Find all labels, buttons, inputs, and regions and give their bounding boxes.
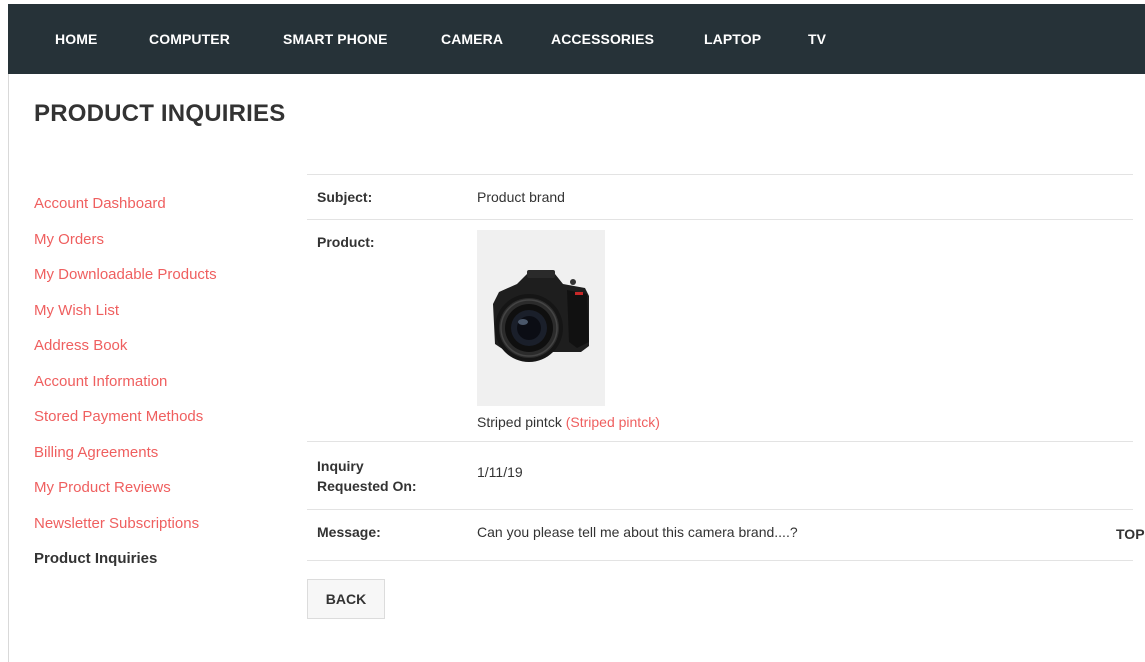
back-button[interactable]: BACK: [307, 579, 385, 619]
inquiry-date-label-line1: Inquiry: [317, 458, 364, 474]
message-value: Can you please tell me about this camera…: [477, 524, 798, 540]
message-label: Message:: [317, 524, 381, 540]
table-row: Product: Striped pintck (Striped pintck): [307, 219, 1133, 442]
product-link[interactable]: (Striped pintck): [566, 414, 660, 430]
product-name: Striped pintck: [477, 414, 562, 430]
product-image[interactable]: [477, 230, 605, 406]
sidebar-item-account-information[interactable]: Account Information: [34, 370, 294, 406]
page-title: PRODUCT INQUIRIES: [34, 100, 286, 127]
sidebar-item-stored-payment-methods[interactable]: Stored Payment Methods: [34, 405, 294, 441]
table-row: Inquiry Requested On: 1/11/19: [307, 441, 1133, 510]
nav-tv[interactable]: TV: [808, 4, 826, 74]
product-label: Product:: [317, 234, 375, 250]
sidebar-item-newsletter-subscriptions[interactable]: Newsletter Subscriptions: [34, 512, 294, 548]
inquiry-date-label: Inquiry Requested On:: [317, 442, 477, 496]
product-name-line: Striped pintck (Striped pintck): [477, 414, 1133, 430]
table-row: Subject: Product brand: [307, 174, 1133, 220]
back-to-top-link[interactable]: TOP: [1116, 526, 1145, 542]
inquiry-date-value: 1/11/19: [477, 464, 523, 480]
table-row: Message: Can you please tell me about th…: [307, 509, 1133, 561]
nav-computer[interactable]: COMPUTER: [149, 4, 230, 74]
nav-home[interactable]: HOME: [55, 4, 97, 74]
top-navigation: HOME COMPUTER SMART PHONE CAMERA ACCESSO…: [8, 4, 1145, 74]
sidebar-item-product-reviews[interactable]: My Product Reviews: [34, 476, 294, 512]
inquiry-date-label-line2: Requested On:: [317, 478, 417, 494]
subject-label: Subject:: [317, 189, 373, 205]
sidebar-item-product-inquiries: Product Inquiries: [34, 550, 158, 567]
subject-value: Product brand: [477, 189, 565, 205]
camera-image-icon: [493, 270, 589, 362]
sidebar-item-my-orders[interactable]: My Orders: [34, 228, 294, 264]
sidebar-item-account-dashboard[interactable]: Account Dashboard: [34, 192, 294, 228]
nav-smart-phone[interactable]: SMART PHONE: [283, 4, 388, 74]
page-border: [8, 74, 9, 662]
nav-camera[interactable]: CAMERA: [441, 4, 503, 74]
nav-laptop[interactable]: LAPTOP: [704, 4, 761, 74]
sidebar-item-address-book[interactable]: Address Book: [34, 334, 294, 370]
sidebar-item-billing-agreements[interactable]: Billing Agreements: [34, 441, 294, 477]
inquiry-details-table: Subject: Product brand Product: Striped …: [307, 174, 1133, 561]
account-sidebar: Account Dashboard My Orders My Downloada…: [34, 192, 294, 583]
sidebar-item-wish-list[interactable]: My Wish List: [34, 299, 294, 335]
nav-accessories[interactable]: ACCESSORIES: [551, 4, 654, 74]
sidebar-item-downloadable-products[interactable]: My Downloadable Products: [34, 263, 294, 299]
